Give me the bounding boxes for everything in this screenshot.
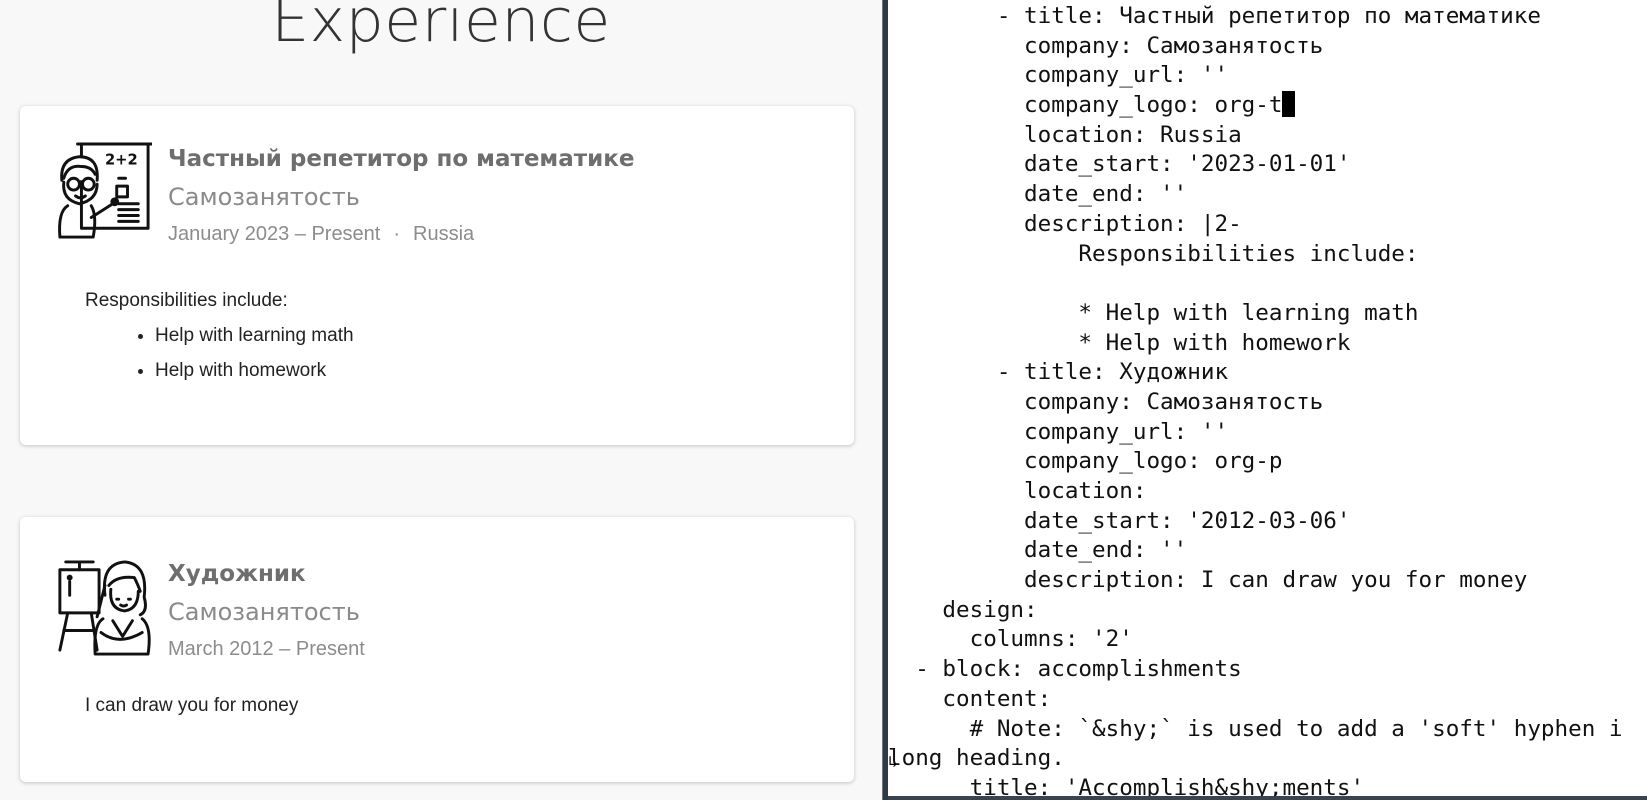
- job-title: Художник: [168, 561, 306, 587]
- code-line[interactable]: location:: [888, 477, 1623, 507]
- list-item: Help with learning math: [155, 318, 354, 353]
- text-cursor: [1282, 91, 1296, 118]
- painter-icon: [58, 560, 151, 656]
- code-text-area[interactable]: - title: Частный репетитор по математике…: [888, 2, 1623, 800]
- experience-card-2: Художник Самозанятость March 2012 – Pres…: [20, 517, 854, 782]
- code-line[interactable]: date_start: '2023-01-01': [888, 150, 1623, 180]
- yaml-editor[interactable]: - title: Частный репетитор по математике…: [888, 0, 1647, 800]
- code-line[interactable]: date_end: '': [888, 180, 1623, 210]
- company-name: Самозанятость: [168, 183, 360, 211]
- code-line[interactable]: description: I can draw you for money: [888, 566, 1623, 596]
- code-line[interactable]: - title: Частный репетитор по математике: [888, 2, 1623, 32]
- code-line[interactable]: - block: accomplishments: [888, 655, 1623, 685]
- code-line[interactable]: - title: Художник: [888, 358, 1623, 388]
- line-wrap-icon: ↳: [888, 752, 898, 771]
- code-line[interactable]: * Help with learning math: [888, 299, 1623, 329]
- list-item: Help with homework: [155, 353, 354, 388]
- code-line[interactable]: company_url: '': [888, 61, 1623, 91]
- resume-preview-pane: Experience 2+2 Частный репетитор по мате…: [0, 0, 882, 800]
- code-line[interactable]: * Help with homework: [888, 329, 1623, 359]
- code-line[interactable]: date_start: '2012-03-06': [888, 507, 1623, 537]
- code-line[interactable]: company_logo: org-t: [888, 91, 1623, 121]
- code-line[interactable]: long heading.: [888, 744, 1623, 774]
- code-line[interactable]: [888, 269, 1623, 299]
- job-dates: March 2012 – Present: [168, 638, 365, 660]
- code-line[interactable]: content:: [888, 685, 1623, 715]
- job-dates: January 2023 – Present: [168, 223, 381, 245]
- section-title: Experience: [271, 0, 611, 56]
- code-line[interactable]: company_url: '': [888, 418, 1623, 448]
- company-name: Самозанятость: [168, 598, 360, 626]
- code-line[interactable]: company: Самозанятость: [888, 32, 1623, 62]
- description-intro: Responsibilities include:: [85, 290, 288, 311]
- job-location: Russia: [413, 223, 475, 245]
- math-tutor-icon: 2+2: [58, 142, 152, 239]
- job-meta: January 2023 – Present · Russia: [168, 221, 634, 247]
- code-line[interactable]: Responsibilities include:: [888, 240, 1623, 270]
- experience-card-1: 2+2 Частный репетитор по математике Само…: [20, 106, 854, 445]
- code-line[interactable]: date_end: '': [888, 536, 1623, 566]
- experience-header-2: Художник Самозанятость March 2012 – Pres…: [168, 559, 365, 662]
- code-line[interactable]: location: Russia: [888, 121, 1623, 151]
- code-line[interactable]: # Note: `&shy;` is used to add a 'soft' …: [888, 715, 1623, 745]
- job-meta: March 2012 – Present: [168, 636, 365, 662]
- code-line[interactable]: design:: [888, 596, 1623, 626]
- job-description: Responsibilities include: Help with lear…: [85, 283, 354, 388]
- svg-text:2+2: 2+2: [105, 152, 138, 169]
- meta-separator: ·: [393, 223, 401, 245]
- code-line[interactable]: columns: '2': [888, 625, 1623, 655]
- code-line[interactable]: company_logo: org-p: [888, 447, 1623, 477]
- code-line[interactable]: description: |2-: [888, 210, 1623, 240]
- job-description: I can draw you for money: [85, 688, 298, 723]
- description-intro: I can draw you for money: [85, 695, 299, 716]
- job-title: Частный репетитор по математике: [168, 146, 635, 172]
- responsibility-list: Help with learning math Help with homewo…: [85, 318, 354, 388]
- editor-bottom-bar: [888, 796, 1647, 800]
- experience-header-1: Частный репетитор по математике Самозаня…: [168, 144, 634, 247]
- code-line[interactable]: company: Самозанятость: [888, 388, 1623, 418]
